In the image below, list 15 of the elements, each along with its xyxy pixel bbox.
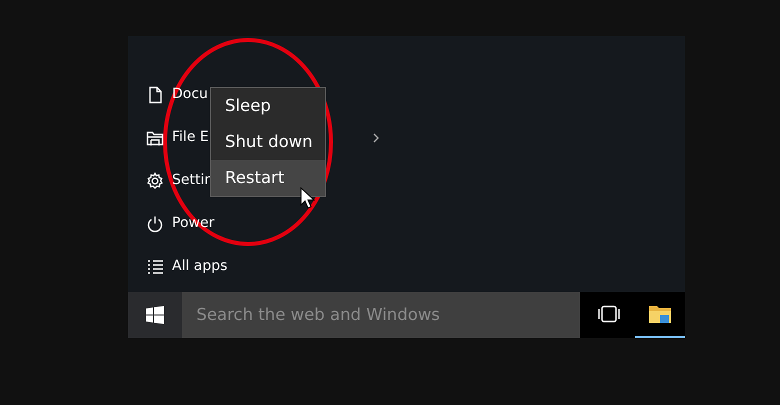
- start-button[interactable]: [128, 292, 182, 338]
- menu-option[interactable]: Restart: [211, 160, 325, 196]
- menu-item-label[interactable]: File E: [172, 127, 209, 148]
- folder-icon: [648, 303, 672, 325]
- menu-option[interactable]: Shut down: [211, 124, 325, 160]
- chevron-icon[interactable]: [372, 132, 380, 142]
- cursor-icon: [300, 187, 315, 209]
- gear-icon: [146, 172, 164, 190]
- power-icon: [146, 214, 164, 232]
- windows-logo-icon: [146, 306, 164, 324]
- menu-option[interactable]: Sleep: [211, 88, 325, 124]
- search-field[interactable]: Search the web and Windows: [182, 292, 580, 338]
- list-icon: [146, 258, 164, 276]
- task-view-icon: [596, 305, 622, 323]
- menu-item-label[interactable]: All apps: [172, 256, 228, 277]
